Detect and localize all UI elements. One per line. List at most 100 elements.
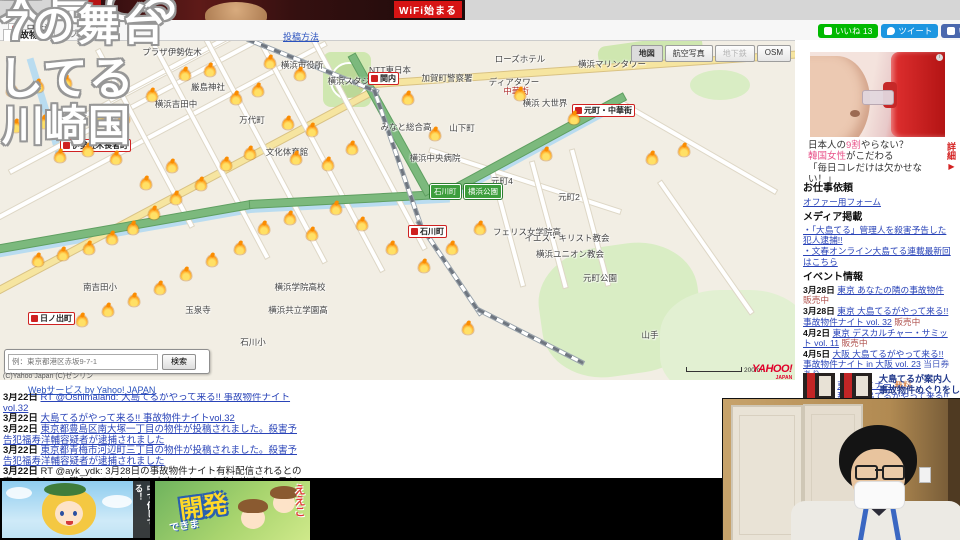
station-icon — [63, 142, 70, 149]
fire-marker[interactable] — [54, 151, 66, 163]
feed-item[interactable]: 3月22日 東京都青梅市河辺町三丁目の物件が投稿されました。殺害予告犯福寿洋輔容… — [3, 445, 305, 467]
fire-marker[interactable] — [38, 117, 50, 129]
fire-marker[interactable] — [234, 243, 246, 255]
thumbs-up-icon — [947, 27, 956, 35]
fire-marker[interactable] — [252, 85, 264, 97]
sidebar-heading: お仕事依頼 — [803, 183, 853, 194]
sidebar-link[interactable]: ・「大島てる」管理人を殺害予告した犯人逮捕!! — [803, 225, 954, 245]
fire-marker[interactable] — [322, 159, 334, 171]
social-buttons: いいね 13 ツイート いいね！3.7万 — [818, 24, 960, 38]
fire-marker[interactable] — [127, 223, 139, 235]
fire-marker[interactable] — [106, 233, 118, 245]
fire-marker[interactable] — [82, 145, 94, 157]
fire-marker[interactable] — [306, 229, 318, 241]
fire-marker[interactable] — [180, 269, 192, 281]
sidebar-link[interactable]: オファー用フォーム — [803, 197, 954, 207]
fire-marker[interactable] — [66, 109, 78, 121]
sidebar-link[interactable]: ・文春オンライン大島てる連載最新回はこちら — [803, 246, 954, 266]
fire-marker[interactable] — [118, 113, 130, 125]
fire-marker[interactable] — [290, 153, 302, 165]
facebook-like-button[interactable]: いいね！3.7万 — [941, 24, 960, 38]
fire-marker[interactable] — [244, 148, 256, 160]
fire-marker[interactable] — [230, 93, 242, 105]
map-label: 玉泉寺 — [185, 305, 211, 315]
tweet-button[interactable]: ツイート — [881, 24, 939, 38]
feed-item[interactable]: 3月22日 RT @Oshimaland: 大島てるがやって来る!! 事故物件ナ… — [3, 393, 305, 414]
fire-marker[interactable] — [282, 118, 294, 130]
map-search-input[interactable] — [8, 353, 158, 370]
map-type-button[interactable]: 地下鉄 — [714, 45, 755, 62]
fire-marker[interactable] — [195, 179, 207, 191]
fire-marker[interactable] — [32, 255, 44, 267]
fire-marker[interactable] — [386, 243, 398, 255]
tab-blog[interactable]: ブログ — [62, 29, 103, 40]
map-label: みなと総合高 — [380, 122, 432, 132]
fire-marker[interactable] — [166, 161, 178, 173]
anime-ad-banner-1[interactable]: 中で何してる！ — [2, 481, 150, 538]
ad-detail-link[interactable]: 詳細▶ — [945, 142, 958, 171]
fire-marker[interactable] — [204, 65, 216, 77]
fire-marker[interactable] — [568, 113, 580, 125]
fire-marker[interactable] — [128, 295, 140, 307]
anime-ad-banner-2[interactable]: 開発 できま ええこ — [155, 481, 310, 540]
fire-marker[interactable] — [10, 121, 22, 133]
map-search-button[interactable]: 検索 — [162, 353, 196, 370]
fire-marker[interactable] — [32, 81, 44, 93]
fire-marker[interactable] — [170, 193, 182, 205]
fire-marker[interactable] — [83, 243, 95, 255]
ad-info-icon[interactable]: i — [936, 54, 943, 61]
fire-marker[interactable] — [474, 223, 486, 235]
map-marker-layer: プラザ伊勢佐木 横浜市役所 NTT東日本 横浜スタジアム 加賀町警察署 ローズホテル ディア… — [0, 40, 795, 380]
fire-marker[interactable] — [418, 261, 430, 273]
fire-marker[interactable] — [356, 219, 368, 231]
fire-marker[interactable] — [6, 85, 18, 97]
fire-marker[interactable] — [346, 143, 358, 155]
fire-marker[interactable] — [514, 89, 526, 101]
fire-marker[interactable] — [92, 112, 104, 124]
fire-marker[interactable] — [540, 149, 552, 161]
fire-marker[interactable] — [140, 178, 152, 190]
map-copyright: (C)Yahoo Japan (C)ゼンリン — [3, 373, 94, 380]
fire-marker[interactable] — [646, 153, 658, 165]
map-type-button[interactable]: OSM — [756, 45, 791, 62]
event-item[interactable]: 4月2日 東京 デスカルチャー・サミット vol. 11 販売中 — [803, 328, 954, 348]
face-mask — [854, 481, 905, 509]
fire-marker[interactable] — [60, 77, 72, 89]
station-badge: 元町・中華街 — [572, 104, 635, 117]
fire-marker[interactable] — [402, 93, 414, 105]
fire-marker[interactable] — [57, 249, 69, 261]
event-item[interactable]: 3月28日 東京 大島てるがやって来る!! 事故物件ナイト vol. 32 販売… — [803, 306, 954, 326]
top-banner-ad[interactable]: WiFi始まる — [85, 0, 465, 20]
fire-marker[interactable] — [446, 243, 458, 255]
fire-marker[interactable] — [258, 223, 270, 235]
fire-marker[interactable] — [206, 255, 218, 267]
fire-marker[interactable] — [294, 69, 306, 81]
feed-item[interactable]: 3月22日 東京都豊島区南大塚一丁目の物件が投稿されました。殺害予告犯福寿洋輔容… — [3, 424, 305, 446]
fire-marker[interactable] — [102, 305, 114, 317]
sidebar-ad[interactable]: i — [810, 52, 945, 137]
promo-thumbnail[interactable] — [803, 373, 835, 399]
fire-marker[interactable] — [110, 153, 122, 165]
fire-marker[interactable] — [76, 315, 88, 327]
fire-marker[interactable] — [306, 125, 318, 137]
event-item[interactable]: 3月28日 東京 あなたの隣の事故物件 販売中 — [803, 285, 954, 305]
post-method-link[interactable]: 投稿方法 — [283, 30, 319, 43]
fire-marker[interactable] — [179, 69, 191, 81]
promo-thumbnail[interactable] — [840, 373, 872, 399]
map-type-button[interactable]: 航空写真 — [664, 45, 713, 62]
fire-marker[interactable] — [154, 283, 166, 295]
fire-marker[interactable] — [148, 208, 160, 220]
map-label: 横浜吉田中 — [154, 99, 198, 109]
fire-marker[interactable] — [462, 323, 474, 335]
line-like-button[interactable]: いいね 13 — [818, 24, 879, 38]
fire-marker[interactable] — [264, 57, 276, 69]
map-canvas[interactable]: プラザ伊勢佐木 横浜市役所 NTT東日本 横浜スタジアム 加賀町警察署 ローズホテル ディア… — [0, 40, 796, 380]
fire-marker[interactable] — [330, 203, 342, 215]
fire-marker[interactable] — [146, 90, 158, 102]
tab-jiko-bukken[interactable]: 事故物件 — [3, 29, 56, 41]
fire-marker[interactable] — [284, 213, 296, 225]
fire-marker[interactable] — [678, 145, 690, 157]
fire-marker[interactable] — [429, 129, 441, 141]
map-type-button[interactable]: 地図 — [630, 45, 663, 62]
fire-marker[interactable] — [220, 159, 232, 171]
